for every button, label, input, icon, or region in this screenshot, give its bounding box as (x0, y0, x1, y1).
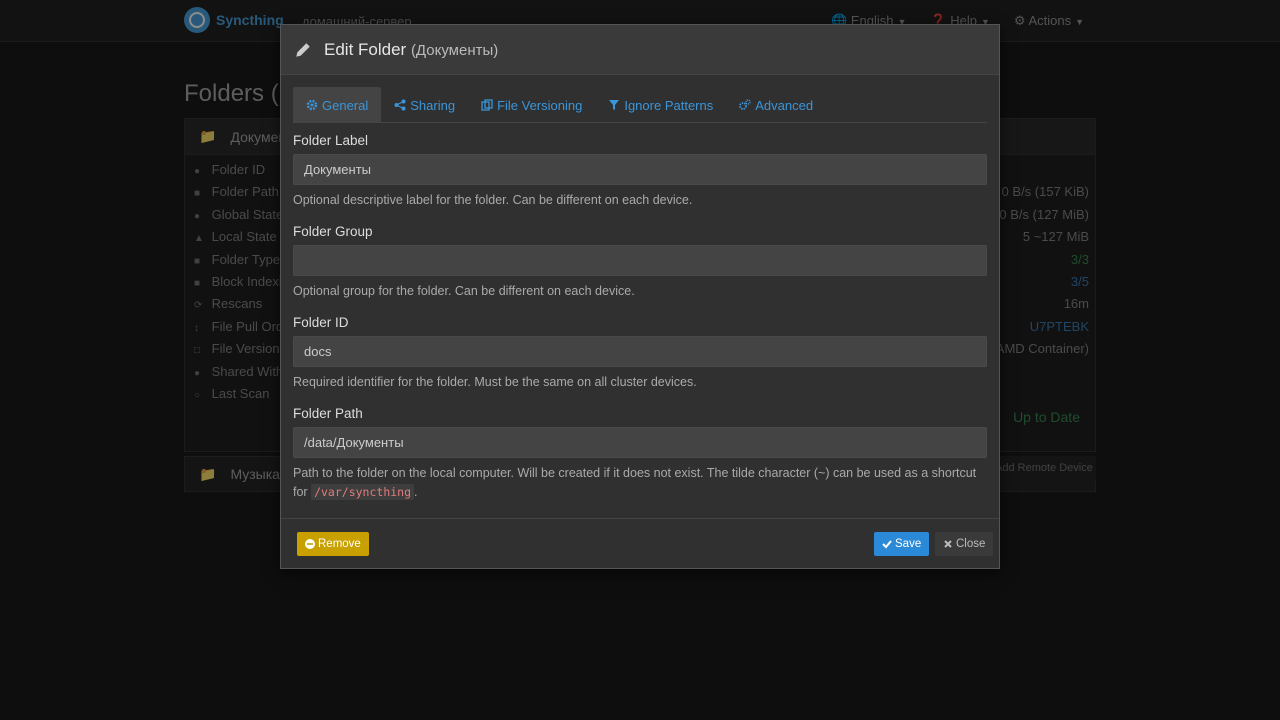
tab-general[interactable]: General (293, 87, 382, 123)
path-code: /var/syncthing (311, 484, 415, 500)
general-form: Folder Label Optional descriptive label … (293, 133, 987, 516)
remove-button[interactable]: Remove (297, 532, 369, 556)
folder-path-input[interactable] (293, 427, 987, 458)
folder-path-help: Path to the folder on the local computer… (293, 466, 977, 500)
modal-footer: Remove Save Close (281, 518, 999, 568)
share-icon (394, 99, 406, 111)
folder-id-help: Required identifier for the folder. Must… (293, 375, 697, 389)
folder-group-input[interactable] (293, 245, 987, 276)
folder-id-title: Folder ID (293, 315, 349, 330)
close-button[interactable]: Close (935, 532, 994, 556)
folder-id-input[interactable] (293, 336, 987, 367)
pencil-icon (296, 42, 310, 57)
tab-sharing[interactable]: Sharing (381, 87, 468, 123)
cogs-icon (739, 99, 751, 110)
close-icon (944, 540, 952, 548)
folder-group-title: Folder Group (293, 224, 373, 239)
folder-path-title: Folder Path (293, 406, 363, 421)
copy-icon (481, 99, 493, 111)
folder-label-help: Optional descriptive label for the folde… (293, 193, 693, 207)
modal-header: Edit Folder (Документы) (281, 25, 999, 75)
folder-group-help: Optional group for the folder. Can be di… (293, 284, 635, 298)
gear-icon (306, 99, 318, 111)
modal-title: Edit Folder (Документы) (324, 39, 499, 59)
minus-circle-icon (305, 539, 315, 549)
save-button[interactable]: Save (874, 532, 930, 556)
tab-advanced[interactable]: Advanced (726, 87, 826, 123)
modal-tabs: General Sharing File Versioning Ignore P… (293, 87, 987, 123)
check-icon (882, 540, 892, 549)
folder-path-group: Folder Path Path to the folder on the lo… (293, 406, 987, 502)
edit-folder-modal: Edit Folder (Документы) General Sharing … (280, 24, 1000, 569)
tab-file-versioning[interactable]: File Versioning (468, 87, 595, 123)
folder-label-title: Folder Label (293, 133, 369, 148)
folder-label-input[interactable] (293, 154, 987, 185)
folder-label-group: Folder Label Optional descriptive label … (293, 133, 987, 210)
folder-group-group: Folder Group Optional group for the fold… (293, 224, 987, 301)
tab-ignore-patterns[interactable]: Ignore Patterns (595, 87, 726, 123)
filter-icon (609, 100, 620, 110)
folder-id-group: Folder ID Required identifier for the fo… (293, 315, 987, 392)
